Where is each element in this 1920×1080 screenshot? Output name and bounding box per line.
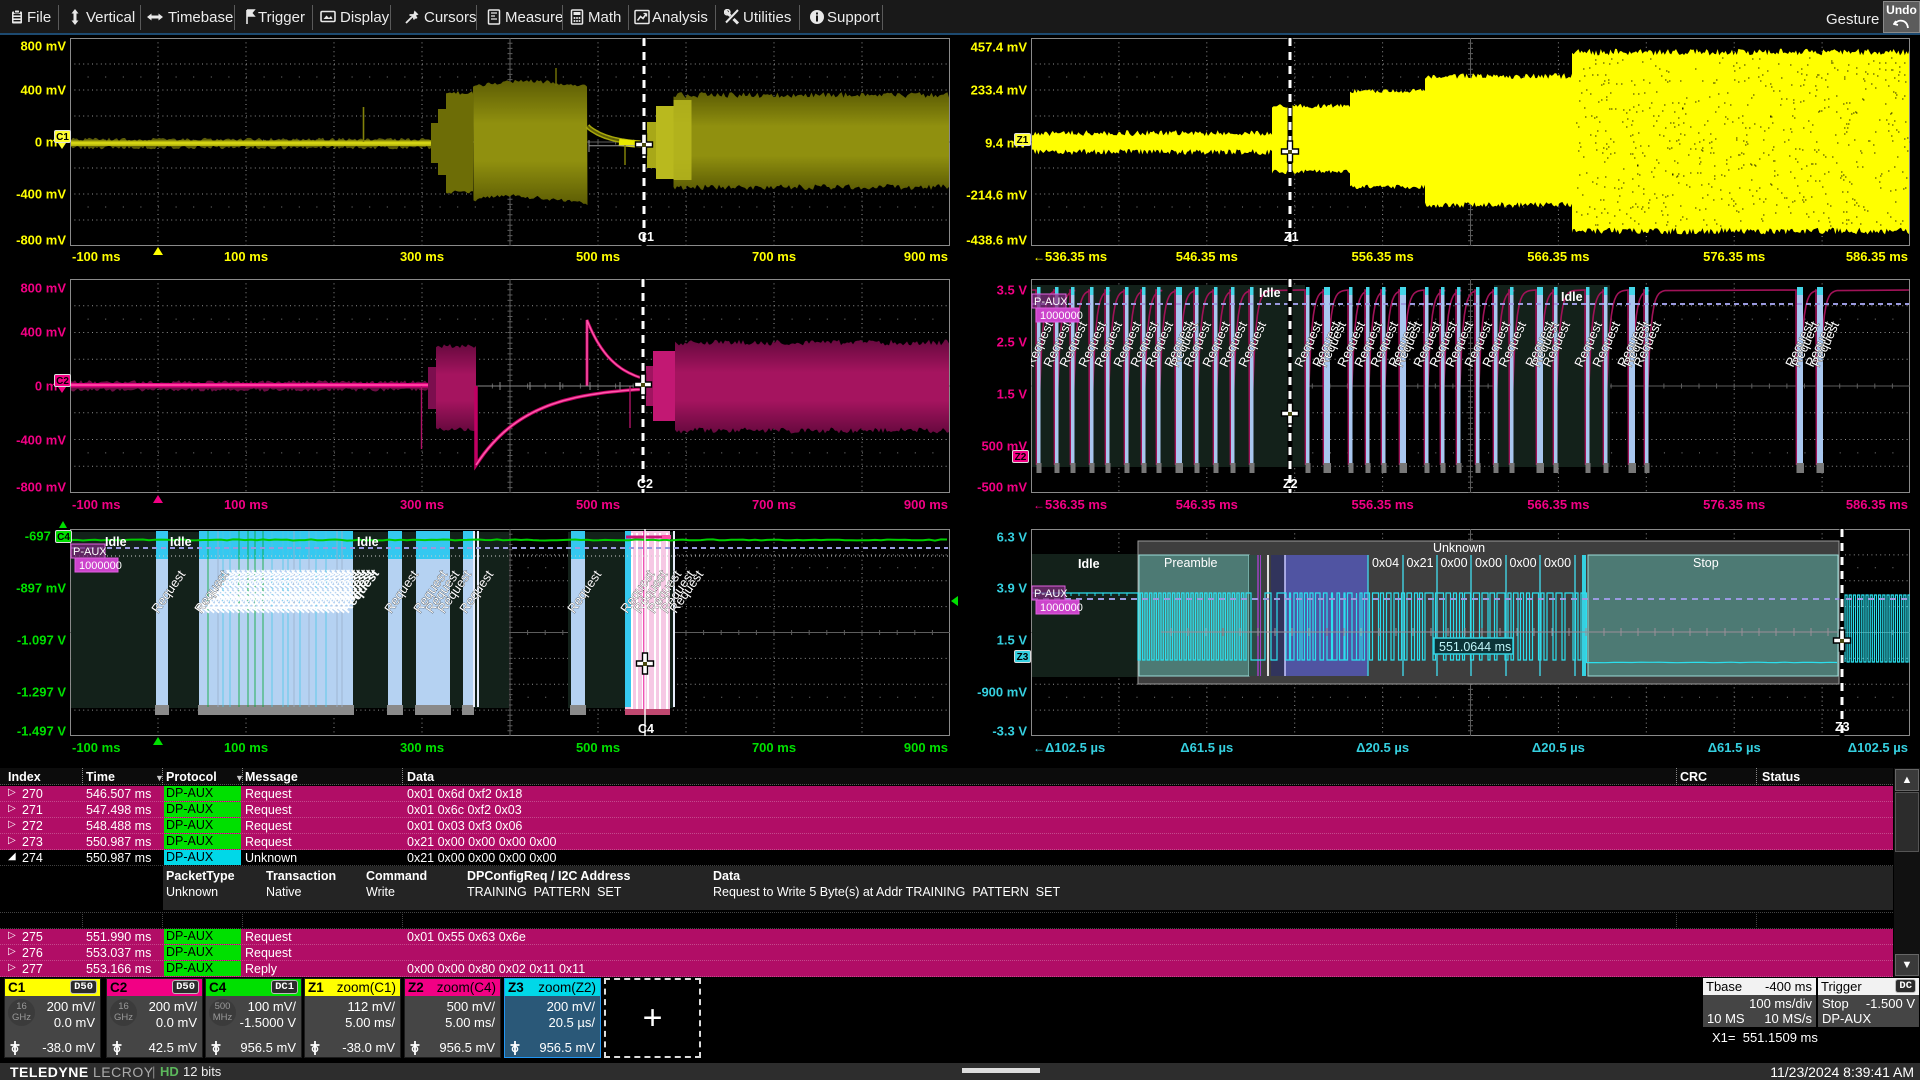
svg-text:Idle: Idle <box>105 535 127 549</box>
svg-text:551.0644 ms: 551.0644 ms <box>1439 640 1511 654</box>
svg-text:1000000: 1000000 <box>1040 602 1083 614</box>
svg-text:P-AUX: P-AUX <box>1034 296 1068 308</box>
svg-text:P-AUX: P-AUX <box>1034 588 1068 600</box>
svg-text:Z1: Z1 <box>1284 230 1299 244</box>
svg-text:Z3: Z3 <box>1835 720 1850 734</box>
svg-text:1000000: 1000000 <box>79 560 122 572</box>
svg-text:0x00: 0x00 <box>1440 556 1467 570</box>
svg-text:1000000: 1000000 <box>1040 310 1083 322</box>
svg-text:P-AUX: P-AUX <box>73 546 107 558</box>
svg-text:0x00: 0x00 <box>1475 556 1502 570</box>
svg-text:Idle: Idle <box>357 535 379 549</box>
svg-text:Idle: Idle <box>170 535 192 549</box>
svg-text:C4: C4 <box>638 722 654 736</box>
svg-text:0x21: 0x21 <box>1406 556 1433 570</box>
svg-text:C2: C2 <box>637 477 653 491</box>
svg-text:Unknown: Unknown <box>1433 541 1485 555</box>
svg-text:Preamble: Preamble <box>1164 556 1218 570</box>
svg-text:Idle: Idle <box>1078 557 1100 571</box>
svg-text:0x00: 0x00 <box>1509 556 1536 570</box>
svg-text:Stop: Stop <box>1693 556 1719 570</box>
svg-text:C1: C1 <box>638 230 654 244</box>
svg-text:Idle: Idle <box>1561 290 1583 304</box>
svg-text:Idle: Idle <box>1259 286 1281 300</box>
svg-text:0x00: 0x00 <box>1544 556 1571 570</box>
svg-text:Z2: Z2 <box>1283 477 1298 491</box>
svg-text:0x04: 0x04 <box>1372 556 1399 570</box>
